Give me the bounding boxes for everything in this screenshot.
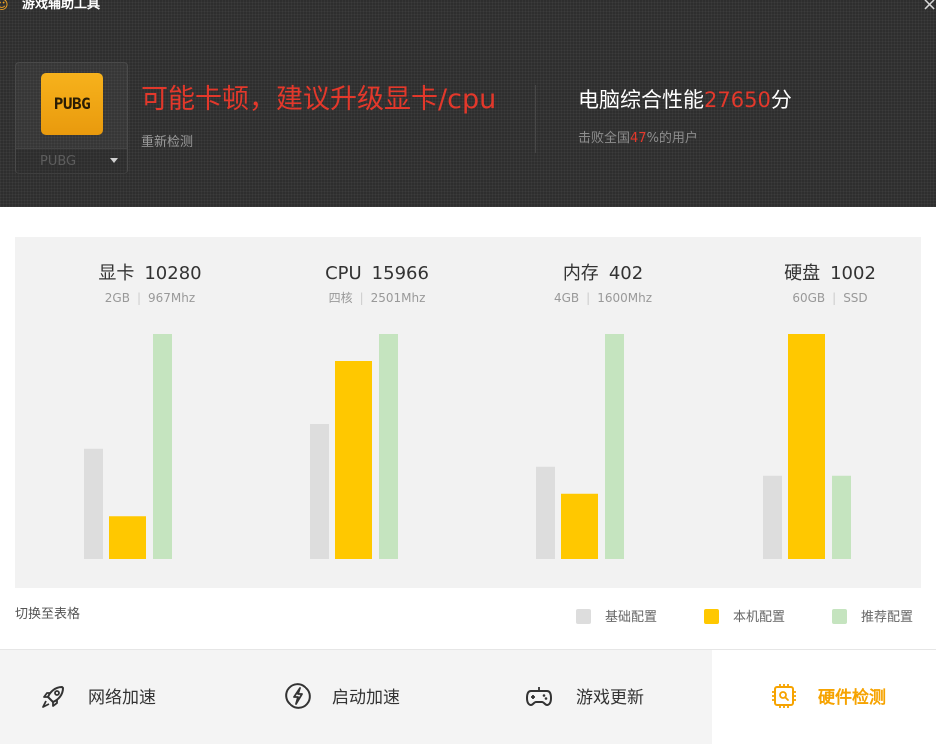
bar-current [335,361,372,559]
gamepad-icon [526,687,552,706]
hardware-chart-panel: 显卡 10280 2GB | 967Mhz CPU 15966 四核 | 2501Mhz 内… [15,237,921,588]
game-dropdown-value: PUBG [40,154,77,169]
bar-base [84,448,103,559]
game-selector-card[interactable]: PUBG PUBG [15,62,128,174]
title-bar: ☺ 游戏辅助工具 × [0,0,936,18]
bar-current [561,493,598,559]
score-suffix: 分 [770,88,792,112]
score-prefix: 电脑综合性能 [578,88,704,112]
score-value: 27650 [704,88,771,112]
bar-chart [84,334,851,559]
nav-launch-boost[interactable]: 启动加速 [234,650,478,744]
nav-game-update[interactable]: 游戏更新 [478,650,712,744]
legend-swatch [576,609,591,624]
legend-label: 基础配置 [605,610,658,625]
nav-label: 网络加速 [88,688,156,708]
beat-prefix: 击败全国 [578,131,631,146]
legend-item-base: 基础配置 [576,606,658,625]
nav-label: 启动加速 [332,688,400,708]
game-logo: PUBG [41,73,103,135]
bar-recommended [379,334,398,559]
bottom-nav: 网络加速 启动加速 游戏更新 硬件检测 [0,649,936,744]
overall-score: 电脑综合性能27650分 [578,84,792,116]
nav-network-boost[interactable]: 网络加速 [0,650,234,744]
bar-recommended [605,334,624,559]
beat-percent-value: 47 [630,131,647,146]
status-message: 可能卡顿，建议升级显卡/cpu [141,84,497,115]
chip-icon [772,684,796,708]
app-title: 游戏辅助工具 [22,0,101,12]
header-panel: ☺ 游戏辅助工具 × PUBG PUBG 可能卡顿，建议升级显卡/cpu 重新检… [0,0,936,207]
lightning-icon [285,683,311,709]
bar-base [763,475,782,559]
app-logo-icon: ☺ [0,0,9,13]
legend-swatch [832,609,847,624]
bar-recommended [153,334,172,559]
legend-label: 本机配置 [733,610,786,625]
legend-swatch [704,609,719,624]
rocket-icon [42,686,64,708]
bar-current [788,334,825,559]
beat-percentage: 击败全国47%的用户 [578,130,698,148]
nav-label: 游戏更新 [576,688,644,708]
recheck-button[interactable]: 重新检测 [141,134,193,152]
nav-hardware-check[interactable]: 硬件检测 [712,650,936,744]
bar-base [536,466,555,559]
switch-to-table-link[interactable]: 切换至表格 [15,606,80,624]
bar-recommended [832,475,851,559]
legend-label: 推荐配置 [861,610,914,625]
beat-suffix: %的用户 [646,131,698,146]
game-dropdown[interactable]: PUBG [16,148,127,174]
legend-item-recommended: 推荐配置 [832,606,914,625]
header-divider [535,85,536,153]
chevron-down-icon [110,158,118,163]
bar-base [310,424,329,559]
nav-label: 硬件检测 [818,688,886,708]
bar-current [109,516,146,559]
legend-item-current: 本机配置 [704,606,786,625]
close-button[interactable]: × [922,0,936,14]
